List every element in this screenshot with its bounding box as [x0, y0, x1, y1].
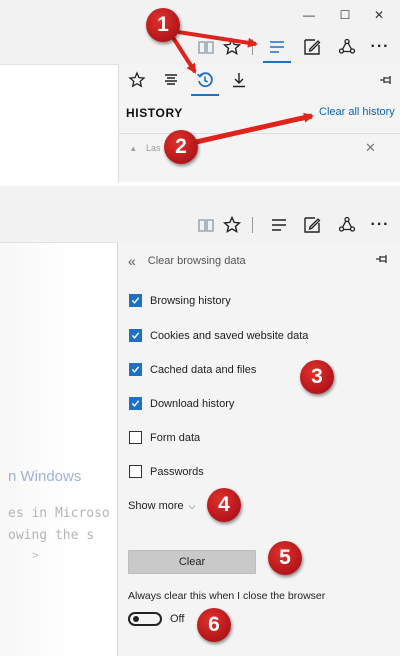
- checkbox-checked[interactable]: [129, 397, 142, 410]
- favorites-icon[interactable]: [123, 66, 151, 94]
- checkbox-unchecked[interactable]: [129, 431, 142, 444]
- pin-icon[interactable]: [375, 252, 389, 266]
- callout-badge-1: 1: [146, 8, 180, 42]
- share-icon[interactable]: [333, 33, 361, 61]
- background-page-text: es in Microso: [8, 506, 110, 521]
- checkbox-checked[interactable]: [129, 363, 142, 376]
- clear-all-history-link[interactable]: Clear all history: [319, 106, 395, 118]
- reading-view-icon[interactable]: [192, 211, 220, 239]
- always-clear-label: Always clear this when I close the brows…: [128, 590, 326, 602]
- title-bar: — ☐ ✕: [0, 0, 400, 30]
- page-background: [0, 186, 118, 656]
- toolbar-divider: [252, 217, 253, 233]
- show-more-link[interactable]: Show more ⌵: [128, 500, 195, 512]
- history-group-row[interactable]: ▴ Las: [131, 143, 161, 154]
- toggle-state-label: Off: [170, 613, 185, 625]
- checkbox-checked[interactable]: [129, 329, 142, 342]
- clear-browsing-data-screenshot-panel: n Windows es in Microso owing the s > ··…: [0, 186, 400, 656]
- maximize-button[interactable]: ☐: [334, 6, 356, 24]
- reading-list-icon[interactable]: [157, 66, 185, 94]
- hub-title: HISTORY: [126, 106, 183, 120]
- option-browsing-history[interactable]: Browsing history: [129, 294, 231, 307]
- hub-tab-strip: [119, 64, 400, 96]
- callout-badge-2: 2: [164, 130, 198, 164]
- callout-badge-3: 3: [300, 360, 334, 394]
- option-label: Browsing history: [150, 294, 231, 307]
- option-label: Passwords: [150, 465, 204, 478]
- favorites-star-icon[interactable]: [218, 33, 246, 61]
- option-cookies[interactable]: Cookies and saved website data: [129, 329, 308, 342]
- toggle-knob: [133, 616, 139, 622]
- browser-toolbar: ···: [0, 30, 400, 65]
- checkbox-unchecked[interactable]: [129, 465, 142, 478]
- always-clear-toggle[interactable]: [128, 612, 162, 626]
- clear-browsing-data-pane: « Clear browsing data Browsing history C…: [117, 242, 400, 656]
- minimize-button[interactable]: —: [298, 6, 320, 24]
- history-group-label: Las: [146, 143, 161, 153]
- remove-group-button[interactable]: ✕: [365, 140, 376, 156]
- chevron-down-icon: ⌵: [188, 500, 196, 511]
- option-download-history[interactable]: Download history: [129, 397, 234, 410]
- show-more-label: Show more: [128, 500, 184, 512]
- toolbar-divider: [252, 39, 253, 55]
- background-page-text: owing the s: [8, 528, 95, 543]
- web-note-icon[interactable]: [298, 211, 326, 239]
- option-label: Form data: [150, 431, 201, 444]
- favorites-star-icon[interactable]: [218, 211, 246, 239]
- callout-badge-5: 5: [268, 541, 302, 575]
- downloads-icon[interactable]: [225, 66, 253, 94]
- history-screenshot-panel: — ☐ ✕ ··· HISTORY Clear all history ▴ La…: [0, 0, 400, 182]
- history-icon[interactable]: [191, 66, 219, 96]
- browser-toolbar: ···: [0, 186, 400, 243]
- option-label: Cached data and files: [150, 363, 257, 376]
- option-label: Cookies and saved website data: [150, 329, 309, 342]
- reading-view-icon[interactable]: [192, 33, 220, 61]
- checkbox-checked[interactable]: [129, 294, 142, 307]
- close-window-button[interactable]: ✕: [368, 6, 390, 24]
- background-page-heading: n Windows: [8, 468, 82, 485]
- option-form-data[interactable]: Form data: [129, 431, 200, 444]
- hub-divider: [119, 133, 400, 134]
- share-icon[interactable]: [333, 211, 361, 239]
- pane-title: Clear browsing data: [147, 255, 246, 267]
- hub-pane: HISTORY Clear all history ▴ Las ✕: [118, 64, 400, 182]
- pin-icon[interactable]: [379, 73, 393, 87]
- pane-header: « Clear browsing data: [128, 253, 246, 269]
- back-icon[interactable]: «: [128, 253, 136, 269]
- option-cached-data[interactable]: Cached data and files: [129, 363, 256, 376]
- web-note-icon[interactable]: [298, 33, 326, 61]
- clear-button[interactable]: Clear: [128, 550, 256, 574]
- collapse-triangle-icon: ▴: [131, 143, 136, 153]
- more-icon[interactable]: ···: [366, 211, 394, 239]
- background-page-text: >: [32, 550, 39, 562]
- hub-icon[interactable]: [263, 33, 291, 63]
- hub-icon[interactable]: [265, 211, 293, 239]
- callout-badge-6: 6: [197, 608, 231, 642]
- option-label: Download history: [150, 397, 235, 410]
- option-passwords[interactable]: Passwords: [129, 465, 204, 478]
- callout-badge-4: 4: [207, 488, 241, 522]
- more-icon[interactable]: ···: [366, 33, 394, 61]
